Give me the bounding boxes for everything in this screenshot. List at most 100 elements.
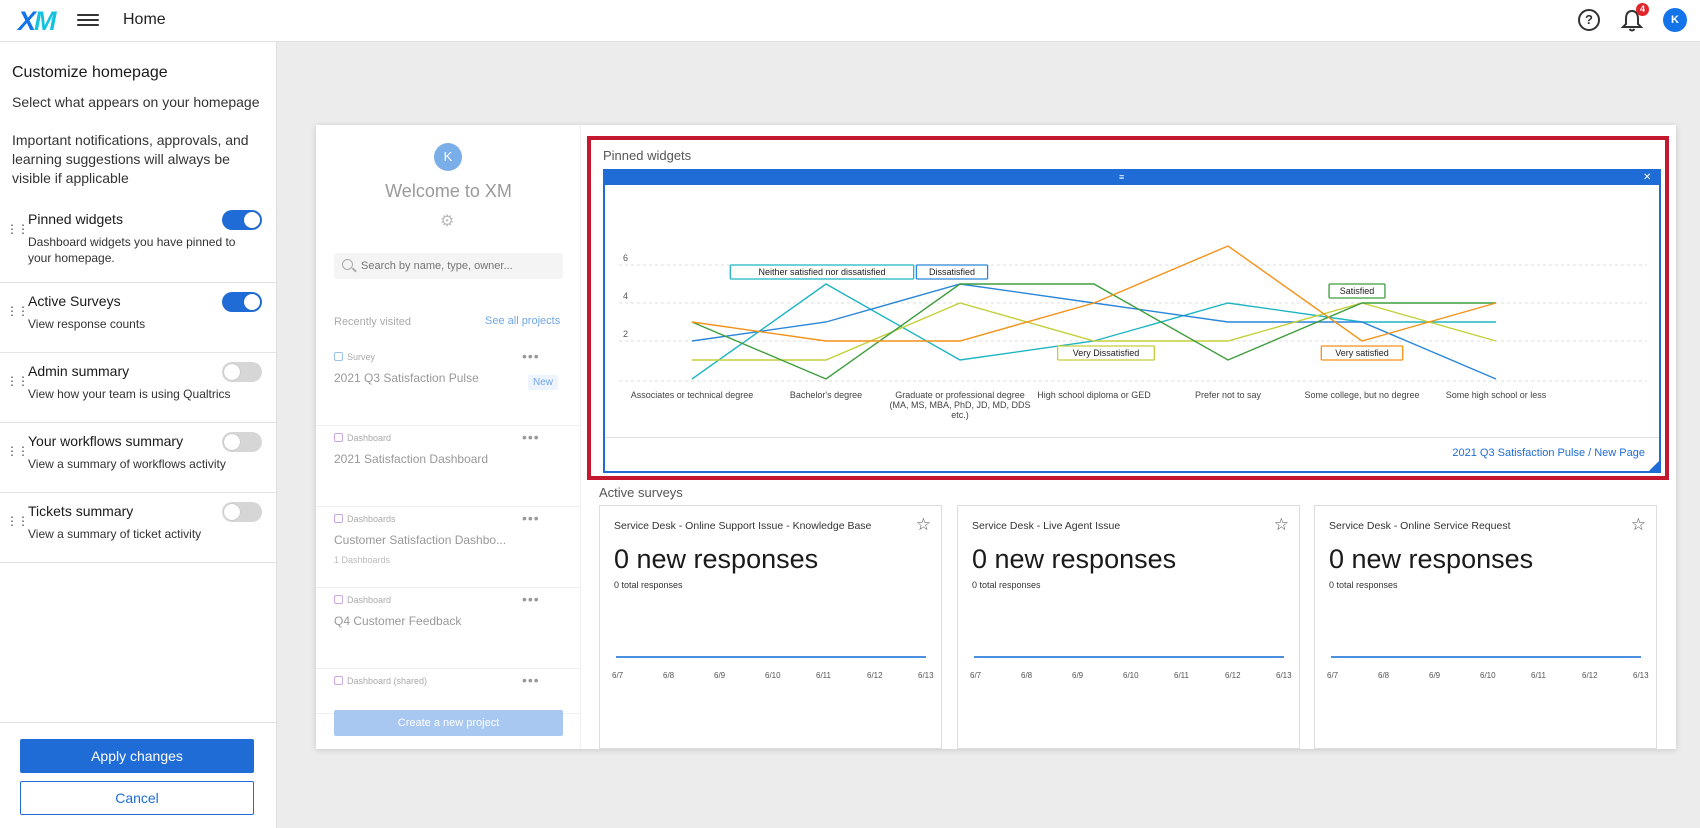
date-tick: 6/8: [1378, 671, 1390, 680]
recent-item-type: Dashboards: [334, 514, 396, 524]
star-icon[interactable]: ☆: [1274, 515, 1289, 535]
drag-handle-icon[interactable]: ⋮⋮: [6, 375, 29, 387]
widget-source-link[interactable]: 2021 Q3 Satisfaction Pulse / New Page: [1452, 447, 1645, 459]
more-options-icon[interactable]: •••: [522, 591, 540, 607]
survey-card[interactable]: Service Desk - Live Agent Issue ☆ 0 new re…: [957, 505, 1300, 749]
drag-handle-icon[interactable]: ⋮⋮: [6, 223, 29, 235]
y-tick-label: 4: [623, 291, 628, 301]
date-tick: 6/12: [1582, 671, 1598, 680]
setting-row: ⋮⋮ Pinned widgets Dashboard widgets you ha…: [0, 201, 277, 283]
resize-handle-icon[interactable]: [1648, 460, 1660, 472]
toggle-knob: [224, 434, 240, 450]
customize-panel: Customize homepage Select what appears o…: [0, 42, 277, 828]
recent-item-name: Customer Satisfaction Dashbo...: [334, 533, 507, 547]
setting-toggle[interactable]: [222, 210, 262, 230]
survey-card-title: Service Desk - Online Support Issue - Kn…: [614, 520, 872, 532]
response-trend-line: [616, 656, 926, 658]
apply-changes-button[interactable]: Apply changes: [20, 739, 254, 773]
panel-note: Important notifications, approvals, and …: [12, 132, 249, 186]
recent-item-type-label: Survey: [347, 352, 376, 362]
setting-row: ⋮⋮ Tickets summary View a summary of ticke…: [0, 493, 277, 563]
more-options-icon[interactable]: •••: [522, 510, 540, 526]
pinned-widgets-label: Pinned widgets: [603, 148, 692, 163]
recent-item-type-label: Dashboards: [347, 514, 396, 524]
project-search-input[interactable]: [361, 257, 556, 275]
panel-footer: Apply changes Cancel: [0, 722, 277, 828]
survey-icon: [334, 352, 343, 361]
drag-handle-icon[interactable]: ⋮⋮: [6, 305, 29, 317]
xm-logo[interactable]: XM: [18, 6, 56, 37]
setting-description: Dashboard widgets you have pinned to you…: [28, 235, 236, 265]
series-annotation-label: Very satisfied: [1335, 348, 1389, 358]
recently-visited-label: Recently visited: [334, 316, 412, 328]
hamburger-menu-icon[interactable]: [77, 11, 99, 29]
date-axis: 6/7 6/8 6/9 6/10 6/11 6/12 6/13: [970, 671, 1292, 683]
welcome-panel: K Welcome to XM ⚙ Recently visited See a…: [316, 125, 581, 749]
welcome-avatar: K: [434, 143, 462, 171]
series-annotation-label: Very Dissatisfied: [1073, 348, 1140, 358]
date-tick: 6/10: [765, 671, 781, 680]
unpin-icon[interactable]: ✕: [1643, 172, 1651, 183]
drag-handle-icon[interactable]: ⋮⋮: [6, 445, 29, 457]
active-surveys-label: Active surveys: [599, 485, 683, 500]
more-options-icon[interactable]: •••: [522, 348, 540, 364]
setting-toggle[interactable]: [222, 502, 262, 522]
series-annotation-label: Satisfied: [1340, 286, 1375, 296]
create-project-button[interactable]: Create a new project: [334, 710, 563, 736]
more-options-icon[interactable]: •••: [522, 672, 540, 688]
recent-item[interactable]: Dashboard (shared) •••: [316, 670, 581, 714]
panel-title: Customize homepage: [12, 64, 168, 81]
total-responses: 0 total responses: [972, 580, 1041, 590]
more-options-icon[interactable]: •••: [522, 429, 540, 445]
x-tick-label: Graduate or professional degree (MA, MS, …: [889, 390, 1030, 420]
drag-grip-icon[interactable]: ≡: [1119, 172, 1124, 182]
help-icon[interactable]: ?: [1578, 9, 1600, 31]
welcome-title: Welcome to XM: [385, 181, 512, 201]
setting-row: ⋮⋮ Admin summary View how your team is usi…: [0, 353, 277, 423]
recent-item[interactable]: Dashboards ••• Customer Satisfaction Dashb…: [316, 508, 581, 588]
pinned-chart-widget[interactable]: ≡ ✕ 2 4 6 Associates or technical degree Bac…: [603, 169, 1661, 473]
x-tick-label-line: (MA, MS, MBA, PhD, JD, MD, DDS: [889, 400, 1030, 410]
setting-toggle[interactable]: [222, 292, 262, 312]
date-tick: 6/9: [1429, 671, 1441, 680]
date-tick: 6/13: [918, 671, 934, 680]
recent-item[interactable]: Dashboard ••• Q4 Customer Feedback: [316, 589, 581, 669]
recent-item-meta: 1 Dashboards: [334, 555, 391, 565]
date-tick: 6/10: [1123, 671, 1139, 680]
cancel-button[interactable]: Cancel: [20, 781, 254, 815]
recent-item-type: Dashboard (shared): [334, 676, 427, 686]
setting-toggle[interactable]: [222, 432, 262, 452]
user-avatar[interactable]: K: [1663, 8, 1687, 32]
drag-handle-icon[interactable]: ⋮⋮: [6, 515, 29, 527]
search-icon: [342, 259, 353, 270]
survey-card[interactable]: Service Desk - Online Support Issue - Kn…: [599, 505, 942, 749]
star-icon[interactable]: ☆: [916, 515, 931, 535]
recent-item-name: Q4 Customer Feedback: [334, 614, 462, 628]
gear-icon[interactable]: ⚙: [440, 211, 454, 231]
date-tick: 6/9: [714, 671, 726, 680]
series-annotation-label: Neither satisfied nor dissatisfied: [758, 267, 885, 277]
top-bar: XM Home ? 4 K: [0, 0, 1700, 42]
recent-item[interactable]: Dashboard ••• 2021 Satisfaction Dashboard: [316, 427, 581, 507]
notification-badge: 4: [1636, 3, 1649, 16]
recent-item[interactable]: Survey ••• 2021 Q3 Satisfaction Pulse New: [316, 346, 581, 426]
new-responses-count: 0 new responses: [972, 544, 1177, 574]
recent-item-type-label: Dashboard: [347, 433, 392, 443]
line-chart: 2 4 6 Associates or technical degree Bachelo…: [619, 245, 1647, 420]
panel-subtitle: Select what appears on your homepage: [12, 94, 260, 110]
x-tick-label: Prefer not to say: [1195, 390, 1262, 400]
date-axis: 6/7 6/8 6/9 6/10 6/11 6/12 6/13: [612, 671, 934, 683]
setting-description: View response counts: [28, 317, 146, 331]
see-all-projects-link[interactable]: See all projects: [485, 315, 560, 327]
setting-toggle[interactable]: [222, 362, 262, 382]
widget-footer-divider: [605, 437, 1659, 438]
setting-row: ⋮⋮ Your workflows summary View a summary o…: [0, 423, 277, 493]
setting-title: Tickets summary: [28, 503, 134, 519]
date-tick: 6/12: [1225, 671, 1241, 680]
survey-card[interactable]: Service Desk - Online Service Request ☆ 0 …: [1314, 505, 1657, 749]
y-tick-label: 2: [623, 329, 628, 339]
date-tick: 6/13: [1633, 671, 1649, 680]
widget-header[interactable]: [605, 171, 1659, 185]
star-icon[interactable]: ☆: [1631, 515, 1646, 535]
setting-title: Admin summary: [28, 363, 130, 379]
